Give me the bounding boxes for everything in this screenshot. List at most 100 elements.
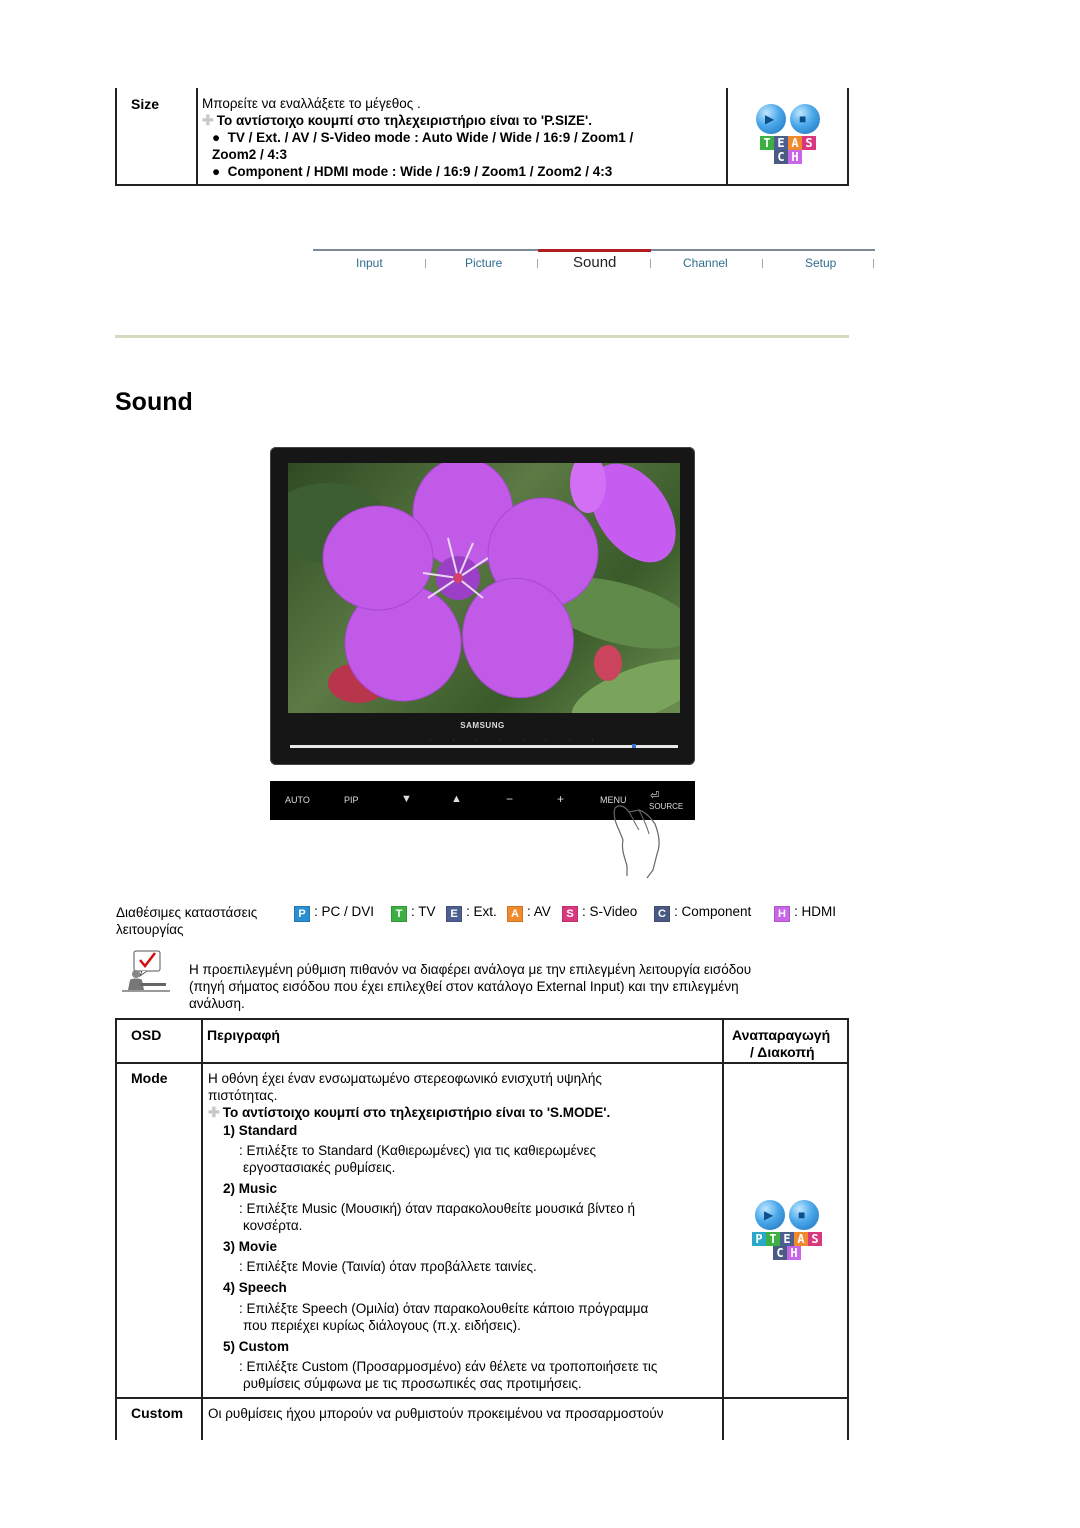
legend-item-av: A: AV: [507, 904, 551, 922]
table-border: [115, 88, 117, 184]
front-panel-buttons: · · · · · · · ·: [430, 737, 604, 743]
play-disc-icon: ▶: [756, 104, 786, 134]
power-indicator: [632, 744, 636, 748]
size-intro: Μπορείτε να εναλλάξετε το μέγεθος .: [202, 96, 421, 111]
av-mode-icon: A: [507, 906, 523, 922]
size-bullet-cont: Zoom2 / 4:3: [212, 147, 288, 162]
table-border: [847, 88, 849, 184]
mode-availability-icon: ▶ ■ T E A S C H: [753, 104, 823, 168]
size-description: Μπορείτε να εναλλάξετε το μέγεθος . ✚ Το …: [202, 95, 633, 180]
header-play-stop-2: / Διακοπή: [750, 1044, 815, 1060]
option-music-title: 2) Music: [223, 1181, 278, 1196]
size-bullet: ● Component / HDMI mode : Wide / 16:9 / …: [212, 164, 613, 179]
custom-desc: Οι ρυθμίσεις ήχου μπορούν να ρυθμιστούν …: [208, 1406, 664, 1421]
tile-h: H: [788, 150, 802, 164]
pip-button[interactable]: PIP: [344, 795, 359, 805]
mode-intro-2: πιστότητας.: [208, 1088, 278, 1103]
component-mode-icon: C: [654, 906, 670, 922]
tab-separator: [762, 259, 763, 268]
up-button[interactable]: ▲: [451, 793, 462, 805]
note-text: Η προεπιλεγμένη ρύθμιση πιθανόν να διαφέ…: [189, 962, 752, 1011]
play-disc-icon: ▶: [755, 1200, 785, 1230]
option-standard-title: 1) Standard: [223, 1123, 298, 1138]
minus-button[interactable]: −: [506, 792, 513, 806]
tile-t: T: [760, 136, 774, 150]
ext-mode-icon: E: [446, 906, 462, 922]
tab-picture[interactable]: Picture: [465, 256, 502, 270]
option-speech-title: 4) Speech: [223, 1280, 287, 1295]
tab-channel[interactable]: Channel: [683, 256, 728, 270]
tile-s: S: [808, 1232, 822, 1246]
option-custom-title: 5) Custom: [223, 1339, 290, 1354]
legend-item-svideo: S: S-Video: [562, 904, 637, 922]
note-person-icon: [122, 950, 170, 992]
section-nav: Input Picture Sound Channel Setup: [313, 249, 875, 279]
monitor-light-bar: [290, 744, 678, 748]
pc-mode-icon: P: [294, 906, 310, 922]
tv-mode-icon: T: [391, 906, 407, 922]
tile-c: C: [774, 150, 788, 164]
tile-h: H: [787, 1246, 801, 1260]
section-divider: [115, 335, 849, 338]
tab-setup[interactable]: Setup: [805, 256, 836, 270]
header-play-stop: Αναπαραγωγή: [732, 1027, 831, 1043]
legend-label: Διαθέσιμες καταστάσεις λειτουργίας: [116, 905, 258, 937]
svideo-mode-icon: S: [562, 906, 578, 922]
auto-button[interactable]: AUTO: [285, 795, 310, 805]
tile-s: S: [802, 136, 816, 150]
tab-separator: [873, 259, 874, 268]
tile-e: E: [780, 1232, 794, 1246]
down-button[interactable]: ▼: [401, 793, 412, 805]
brand-logo: SAMSUNG: [460, 721, 505, 730]
legend-item-hdmi: H: HDMI: [774, 904, 836, 922]
osd-table: OSD Περιγραφή Αναπαραγωγή / Διακοπή Mode…: [115, 1018, 849, 1440]
table-border: [726, 88, 728, 184]
tab-sound[interactable]: Sound: [573, 254, 616, 271]
header-osd: OSD: [131, 1027, 162, 1043]
legend-item-pc: P: PC / DVI: [294, 904, 374, 922]
plus-button[interactable]: +: [557, 792, 564, 806]
size-remote-hint: ✚ Το αντίστοιχο κουμπί στο τηλεχειριστήρι…: [202, 112, 593, 128]
mode-availability-icon: ▶ ■ P T E A S C H: [749, 1200, 825, 1264]
monitor-illustration: SAMSUNG · · · · · · · ·: [270, 447, 695, 765]
tab-input[interactable]: Input: [356, 256, 383, 270]
mode-remote-hint: ✚ Το αντίστοιχο κουμπί στο τηλεχειριστήρι…: [208, 1104, 611, 1120]
tile-c: C: [773, 1246, 787, 1260]
tile-e: E: [774, 136, 788, 150]
tab-separator: [650, 259, 651, 268]
table-border: [196, 88, 198, 184]
tab-separator: [537, 259, 538, 268]
flower-image: [288, 463, 680, 713]
option-music-desc-2: κονσέρτα.: [243, 1218, 303, 1233]
bullet-icon: ●: [212, 130, 228, 145]
table-border: [847, 1020, 849, 1440]
page-title: Sound: [115, 388, 193, 416]
plus-icon: ✚: [202, 112, 214, 128]
pointing-hand-icon: [613, 805, 660, 879]
tile-p: P: [752, 1232, 766, 1246]
size-bullet: ● TV / Ext. / AV / S-Video mode : Auto W…: [212, 130, 634, 145]
bullet-icon: ●: [212, 164, 228, 179]
plus-icon: ✚: [208, 1104, 220, 1120]
table-border: [722, 1020, 724, 1440]
option-custom-desc-2: ρυθμίσεις σύμφωνα με τις προσωπικές σας …: [243, 1376, 582, 1391]
tile-t: T: [766, 1232, 780, 1246]
table-border: [115, 1020, 117, 1440]
header-description: Περιγραφή: [207, 1027, 280, 1043]
table-border: [201, 1020, 203, 1440]
monitor-screen-image: [288, 463, 680, 713]
stop-disc-icon: ■: [789, 1200, 819, 1230]
tile-a: A: [788, 136, 802, 150]
mode-label: Mode: [131, 1070, 168, 1086]
active-tab-indicator: [538, 249, 651, 252]
option-speech-desc-2: που περιέχει κυρίως διάλογους (π.χ. ειδή…: [243, 1318, 521, 1333]
tab-separator: [425, 259, 426, 268]
legend-item-tv: T: TV: [391, 904, 436, 922]
table-border: [115, 1397, 849, 1399]
size-label: Size: [131, 96, 160, 112]
option-speech-desc: : Επιλέξτε Speech (Ομιλία) όταν παρακολο…: [239, 1301, 649, 1316]
option-music-desc: : Επιλέξτε Music (Μουσική) όταν παρακολο…: [239, 1201, 636, 1216]
mode-intro: Η οθόνη έχει έναν ενσωματωμένο στερεοφων…: [208, 1071, 602, 1086]
option-standard-desc-2: εργοστασιακές ρυθμίσεις.: [243, 1160, 396, 1175]
hdmi-mode-icon: H: [774, 906, 790, 922]
